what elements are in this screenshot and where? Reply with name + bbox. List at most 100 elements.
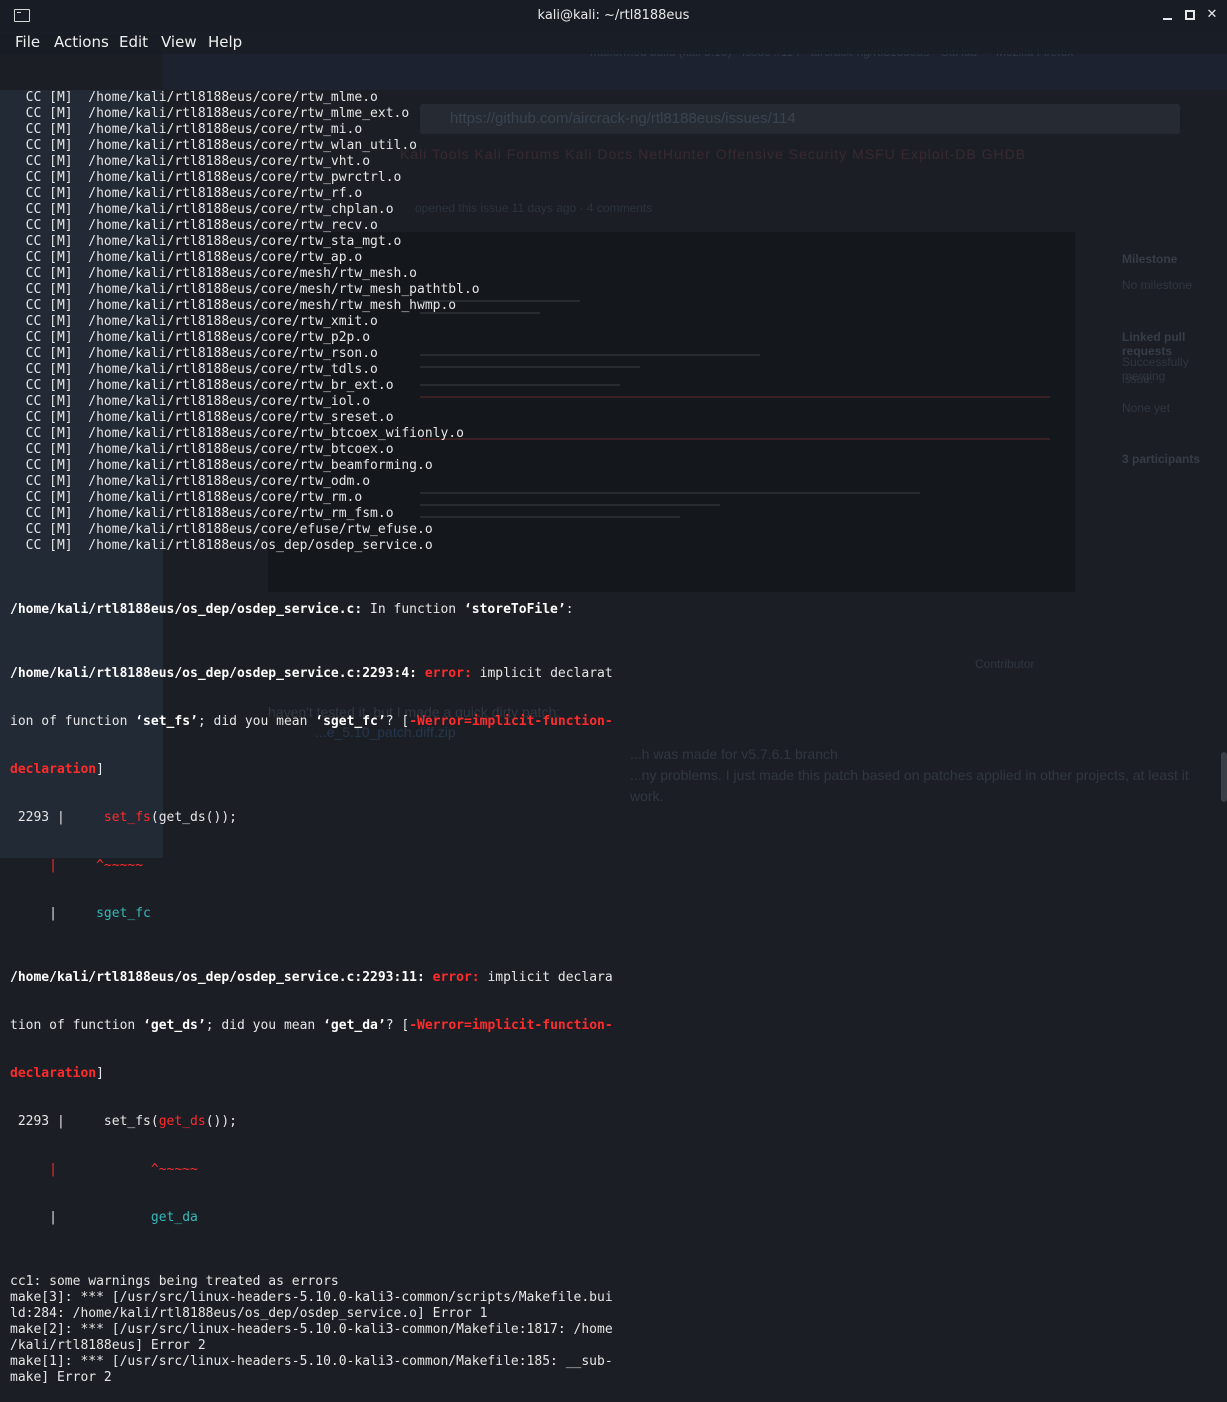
compile-line: CC [M] /home/kali/rtl8188eus/core/rtw_bt…	[10, 426, 1210, 442]
compile-prefix: CC [M]	[10, 426, 89, 441]
compile-prefix: CC [M]	[10, 506, 89, 521]
compile-object-path: /home/kali/rtl8188eus/core/rtw_vht.o	[88, 154, 371, 169]
compile-object-path: /home/kali/rtl8188eus/core/rtw_tdls.o	[88, 362, 378, 377]
menu-help[interactable]: Help	[208, 33, 242, 51]
error-line: ion of function ‘set_fs’; did you mean ‘…	[10, 714, 613, 729]
compile-object-path: /home/kali/rtl8188eus/core/rtw_odm.o	[88, 474, 371, 489]
menu-bar: File Actions Edit View Help	[0, 32, 1227, 54]
make-error-line: make] Error 2	[10, 1370, 112, 1385]
compile-prefix: CC [M]	[10, 154, 89, 169]
menu-file[interactable]: File	[15, 33, 40, 51]
caret-line: | ^~~~~~	[10, 1162, 198, 1177]
window-title: kali@kali: ~/rtl8188eus	[537, 8, 690, 23]
compile-prefix: CC [M]	[10, 330, 89, 345]
menu-view[interactable]: View	[161, 33, 197, 51]
error-line: declaration]	[10, 1066, 104, 1081]
compile-line: CC [M] /home/kali/rtl8188eus/core/rtw_sr…	[10, 410, 1210, 426]
compile-line: CC [M] /home/kali/rtl8188eus/core/rtw_wl…	[10, 138, 1210, 154]
compile-prefix: CC [M]	[10, 122, 89, 137]
fix-hint-line: | get_da	[10, 1210, 198, 1225]
make-error-line: make[2]: *** [/usr/src/linux-headers-5.1…	[10, 1322, 613, 1337]
make-error-output: cc1: some warnings being treated as erro…	[10, 1274, 1210, 1386]
compile-line: CC [M] /home/kali/rtl8188eus/core/rtw_io…	[10, 394, 1210, 410]
compile-line: CC [M] /home/kali/rtl8188eus/core/rtw_rf…	[10, 186, 1210, 202]
source-line: 2293 | set_fs(get_ds());	[10, 810, 237, 825]
compile-object-path: /home/kali/rtl8188eus/core/rtw_recv.o	[88, 218, 378, 233]
compile-object-path: /home/kali/rtl8188eus/core/rtw_rf.o	[88, 186, 363, 201]
compile-line: CC [M] /home/kali/rtl8188eus/core/mesh/r…	[10, 282, 1210, 298]
maximize-button[interactable]	[1183, 8, 1197, 22]
caret-line: | ^~~~~~	[10, 858, 144, 873]
compile-prefix: CC [M]	[10, 378, 89, 393]
compile-line: CC [M] /home/kali/rtl8188eus/core/rtw_ch…	[10, 202, 1210, 218]
compile-line: CC [M] /home/kali/rtl8188eus/core/rtw_bt…	[10, 442, 1210, 458]
compile-prefix: CC [M]	[10, 458, 89, 473]
compile-object-path: /home/kali/rtl8188eus/core/rtw_xmit.o	[88, 314, 378, 329]
compile-prefix: CC [M]	[10, 282, 89, 297]
compile-prefix: CC [M]	[10, 490, 89, 505]
compile-prefix: CC [M]	[10, 298, 89, 313]
make-error-line: /kali/rtl8188eus] Error 2	[10, 1338, 206, 1353]
compile-line: CC [M] /home/kali/rtl8188eus/core/rtw_pw…	[10, 170, 1210, 186]
compile-object-path: /home/kali/rtl8188eus/core/mesh/rtw_mesh…	[88, 282, 480, 297]
compile-line: CC [M] /home/kali/rtl8188eus/core/rtw_mi…	[10, 122, 1210, 138]
compile-object-path: /home/kali/rtl8188eus/core/rtw_beamformi…	[88, 458, 433, 473]
compile-line: CC [M] /home/kali/rtl8188eus/core/rtw_rs…	[10, 346, 1210, 362]
compile-line: CC [M] /home/kali/rtl8188eus/core/rtw_rm…	[10, 490, 1210, 506]
compile-object-path: /home/kali/rtl8188eus/core/rtw_mlme.o	[88, 90, 378, 105]
compile-line: CC [M] /home/kali/rtl8188eus/core/rtw_rm…	[10, 506, 1210, 522]
compile-line: CC [M] /home/kali/rtl8188eus/core/efuse/…	[10, 522, 1210, 538]
compile-object-path: /home/kali/rtl8188eus/core/mesh/rtw_mesh…	[88, 266, 418, 281]
close-button[interactable]: ✕	[1205, 8, 1219, 22]
compile-prefix: CC [M]	[10, 138, 89, 153]
compile-line: CC [M] /home/kali/rtl8188eus/core/rtw_td…	[10, 362, 1210, 378]
compile-prefix: CC [M]	[10, 90, 89, 105]
compile-object-path: /home/kali/rtl8188eus/os_dep/osdep_servi…	[88, 538, 433, 553]
make-error-line: ld:284: /home/kali/rtl8188eus/os_dep/osd…	[10, 1306, 488, 1321]
compile-line: CC [M] /home/kali/rtl8188eus/core/mesh/r…	[10, 298, 1210, 314]
compile-line: CC [M] /home/kali/rtl8188eus/core/rtw_od…	[10, 474, 1210, 490]
compile-line: CC [M] /home/kali/rtl8188eus/core/rtw_be…	[10, 458, 1210, 474]
menu-edit[interactable]: Edit	[119, 33, 148, 51]
window-titlebar[interactable]: kali@kali: ~/rtl8188eus ✕	[0, 0, 1227, 33]
compile-object-path: /home/kali/rtl8188eus/core/rtw_pwrctrl.o	[88, 170, 402, 185]
compile-prefix: CC [M]	[10, 106, 89, 121]
error-line: tion of function ‘get_ds’; did you mean …	[10, 1018, 613, 1033]
compile-prefix: CC [M]	[10, 186, 89, 201]
compile-object-path: /home/kali/rtl8188eus/core/rtw_wlan_util…	[88, 138, 418, 153]
compile-prefix: CC [M]	[10, 314, 89, 329]
compile-object-path: /home/kali/rtl8188eus/core/rtw_mlme_ext.…	[88, 106, 410, 121]
error-line: /home/kali/rtl8188eus/os_dep/osdep_servi…	[10, 970, 613, 985]
compile-line: CC [M] /home/kali/rtl8188eus/core/mesh/r…	[10, 266, 1210, 282]
compile-prefix: CC [M]	[10, 234, 89, 249]
compile-line: CC [M] /home/kali/rtl8188eus/core/rtw_vh…	[10, 154, 1210, 170]
compile-object-path: /home/kali/rtl8188eus/core/rtw_br_ext.o	[88, 378, 394, 393]
maximize-icon	[1185, 10, 1195, 20]
compile-prefix: CC [M]	[10, 474, 89, 489]
compile-object-path: /home/kali/rtl8188eus/core/rtw_mi.o	[88, 122, 363, 137]
fix-hint-line: | sget_fc	[10, 906, 151, 921]
terminal-output[interactable]: CC [M] /home/kali/rtl8188eus/core/rtw_ml…	[10, 58, 1210, 1402]
compile-object-path: /home/kali/rtl8188eus/core/rtw_rm.o	[88, 490, 363, 505]
compile-line: CC [M] /home/kali/rtl8188eus/core/rtw_br…	[10, 378, 1210, 394]
compile-line: CC [M] /home/kali/rtl8188eus/core/rtw_xm…	[10, 314, 1210, 330]
compile-object-path: /home/kali/rtl8188eus/core/rtw_sta_mgt.o	[88, 234, 402, 249]
compile-object-path: /home/kali/rtl8188eus/core/efuse/rtw_efu…	[88, 522, 433, 537]
error-line: /home/kali/rtl8188eus/os_dep/osdep_servi…	[10, 666, 613, 681]
compile-output: CC [M] /home/kali/rtl8188eus/core/rtw_ml…	[10, 90, 1210, 554]
make-error-line: make[3]: *** [/usr/src/linux-headers-5.1…	[10, 1290, 613, 1305]
compile-object-path: /home/kali/rtl8188eus/core/rtw_btcoex_wi…	[88, 426, 464, 441]
compile-line: CC [M] /home/kali/rtl8188eus/os_dep/osde…	[10, 538, 1210, 554]
minimize-button[interactable]	[1161, 8, 1175, 22]
make-error-line: make[1]: *** [/usr/src/linux-headers-5.1…	[10, 1354, 613, 1369]
error-context-line: /home/kali/rtl8188eus/os_dep/osdep_servi…	[10, 602, 574, 617]
compile-prefix: CC [M]	[10, 410, 89, 425]
compile-object-path: /home/kali/rtl8188eus/core/rtw_btcoex.o	[88, 442, 394, 457]
compile-object-path: /home/kali/rtl8188eus/core/rtw_rson.o	[88, 346, 378, 361]
make-error-line: cc1: some warnings being treated as erro…	[10, 1274, 339, 1289]
compile-prefix: CC [M]	[10, 442, 89, 457]
compile-prefix: CC [M]	[10, 170, 89, 185]
menu-actions[interactable]: Actions	[54, 33, 109, 51]
compile-line: CC [M] /home/kali/rtl8188eus/core/rtw_p2…	[10, 330, 1210, 346]
compile-object-path: /home/kali/rtl8188eus/core/rtw_sreset.o	[88, 410, 394, 425]
